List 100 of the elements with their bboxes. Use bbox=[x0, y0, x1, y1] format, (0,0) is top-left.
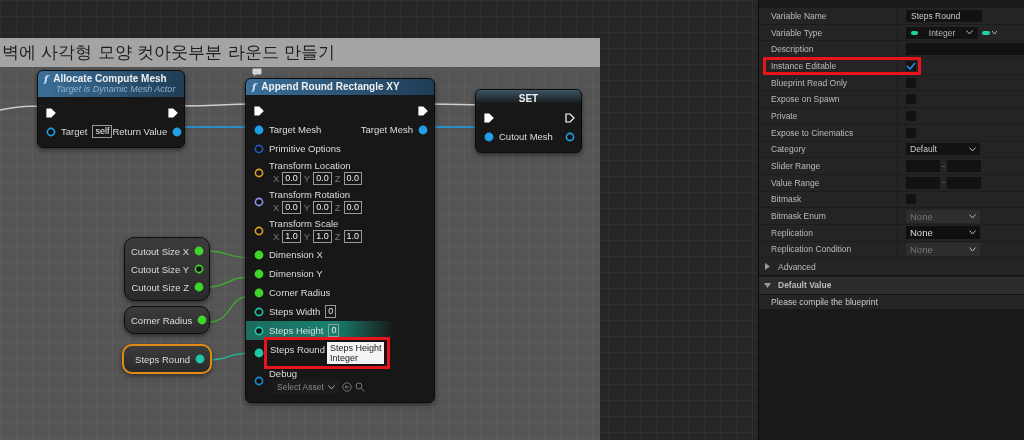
pin-label: Cutout Size Z bbox=[131, 281, 189, 293]
name-field[interactable]: Steps Round bbox=[906, 9, 982, 22]
data-pin-icon[interactable] bbox=[254, 348, 264, 358]
tooltip-title: Steps Height bbox=[329, 343, 382, 353]
asset-dropdown[interactable]: Select Asset bbox=[273, 380, 339, 394]
data-pin-icon[interactable] bbox=[194, 264, 204, 274]
comment-title: 벽에 사각형 모양 컷아웃부분 라운드 만들기 bbox=[0, 38, 600, 67]
type-dropdown[interactable]: Integer bbox=[906, 26, 978, 39]
pin-label: Debug bbox=[269, 368, 298, 379]
pin-label: Cutout Size X bbox=[131, 245, 190, 257]
graph-node[interactable]: Steps Round bbox=[122, 344, 212, 374]
data-pin-icon[interactable] bbox=[565, 131, 575, 142]
exec-pin-icon[interactable] bbox=[418, 105, 428, 116]
exec-pin-icon[interactable] bbox=[254, 105, 264, 116]
data-pin-icon[interactable] bbox=[172, 126, 183, 137]
caret-icon bbox=[966, 30, 973, 36]
function-icon: f bbox=[252, 81, 257, 92]
property-label: Instance Editable bbox=[759, 58, 898, 74]
tooltip-type: Integer bbox=[329, 353, 359, 363]
pin-label: Steps Round bbox=[270, 343, 325, 355]
section-header[interactable]: Default Value bbox=[759, 277, 1024, 295]
number-field[interactable]: 0.0 bbox=[343, 201, 363, 214]
exec-pin-icon[interactable] bbox=[46, 107, 56, 118]
graph-node[interactable] bbox=[245, 78, 435, 403]
axis-label: Z bbox=[334, 173, 341, 184]
value-field[interactable]: 0 bbox=[328, 324, 340, 337]
category-combo[interactable]: Default bbox=[906, 143, 980, 156]
pin-label: Return Value bbox=[112, 126, 168, 137]
pin-label: Primitive Options bbox=[269, 143, 341, 154]
pin-label: Transform Location bbox=[269, 160, 352, 171]
pin-label: Corner Radius bbox=[131, 314, 193, 326]
arrow-circle-icon[interactable] bbox=[341, 382, 352, 392]
caret-icon bbox=[969, 213, 976, 219]
data-pin-icon[interactable] bbox=[254, 376, 264, 386]
value-field[interactable]: 0 bbox=[325, 305, 337, 318]
number-field[interactable]: 0.0 bbox=[313, 201, 332, 214]
graph-node[interactable]: f Allocate Compute Mesh Target is Dynamic Mesh Actor Target self Return Value bbox=[37, 70, 185, 148]
graph-node[interactable]: Corner Radius bbox=[124, 306, 210, 334]
data-pin-icon[interactable] bbox=[254, 268, 264, 279]
data-pin-icon[interactable] bbox=[418, 124, 428, 135]
description-field[interactable] bbox=[906, 43, 1024, 56]
expander-arrow-icon[interactable] bbox=[764, 281, 771, 289]
pin-label: Target bbox=[61, 126, 88, 137]
property-label: Expose on Spawn bbox=[759, 91, 898, 108]
axis-label: X bbox=[273, 231, 280, 242]
section-header[interactable]: Advanced bbox=[759, 258, 1024, 276]
comment-bubble-icon[interactable] bbox=[252, 68, 262, 77]
pin-label: Transform Scale bbox=[269, 218, 340, 229]
number-field[interactable]: 0.0 bbox=[282, 201, 301, 214]
property-label: Description bbox=[759, 41, 898, 58]
node-title: Append Round Rectangle XY bbox=[261, 81, 400, 92]
exec-pin-icon[interactable] bbox=[168, 107, 178, 118]
data-pin-icon[interactable] bbox=[254, 249, 264, 260]
value-field[interactable]: self bbox=[92, 125, 113, 138]
exec-pin-icon[interactable] bbox=[484, 112, 494, 123]
property-label: Variable Name bbox=[759, 8, 898, 24]
property-label: Bitmask bbox=[759, 191, 898, 208]
property-label: Blueprint Read Only bbox=[759, 74, 898, 91]
number-field[interactable]: 1.0 bbox=[343, 230, 363, 243]
exec-pin-icon[interactable] bbox=[565, 112, 575, 123]
data-pin-icon[interactable] bbox=[254, 167, 264, 178]
number-field[interactable]: 0.0 bbox=[343, 172, 363, 185]
section-title: Default Value bbox=[778, 280, 832, 291]
property-label: Variable Type bbox=[759, 24, 898, 41]
property-label: Slider Range bbox=[759, 158, 898, 174]
search-icon[interactable] bbox=[354, 382, 365, 392]
container-type-icon[interactable] bbox=[982, 29, 998, 36]
dropdown[interactable]: None bbox=[906, 226, 980, 240]
pin-label: Transform Rotation bbox=[269, 189, 351, 200]
number-field[interactable]: 1.0 bbox=[282, 230, 301, 243]
data-pin-icon[interactable] bbox=[254, 225, 264, 236]
property-label: Expose to Cinematics bbox=[759, 124, 898, 141]
checkbox[interactable] bbox=[906, 60, 916, 71]
number-field[interactable]: 0.0 bbox=[313, 172, 332, 185]
property-label: Category bbox=[759, 141, 898, 158]
pin-label: Steps Round bbox=[135, 353, 190, 365]
data-pin-icon[interactable] bbox=[46, 126, 56, 137]
number-field[interactable]: 1.0 bbox=[313, 230, 332, 243]
node-title: Allocate Compute Mesh bbox=[53, 73, 167, 84]
caret-icon bbox=[969, 146, 976, 152]
pin-label: Target Mesh bbox=[360, 124, 413, 135]
data-pin-icon[interactable] bbox=[194, 282, 204, 292]
data-pin-icon[interactable] bbox=[195, 354, 205, 364]
data-pin-icon[interactable] bbox=[197, 315, 208, 325]
data-pin-icon[interactable] bbox=[254, 196, 264, 207]
data-pin-icon[interactable] bbox=[484, 131, 494, 142]
property-label: Replication Condition bbox=[759, 241, 898, 258]
data-pin-icon[interactable] bbox=[254, 325, 264, 336]
pin-label: Cutout Mesh bbox=[499, 131, 553, 142]
number-field[interactable]: 0.0 bbox=[282, 172, 301, 185]
data-pin-icon[interactable] bbox=[194, 246, 205, 256]
graph-node[interactable]: Cutout Size X Cutout Size Y Cutout Size Z bbox=[124, 237, 210, 301]
data-pin-icon[interactable] bbox=[254, 287, 264, 298]
expander-arrow-icon[interactable] bbox=[764, 263, 771, 271]
pin-label: Target Mesh bbox=[269, 124, 322, 135]
data-pin-icon[interactable] bbox=[254, 306, 264, 317]
section-title: Advanced bbox=[778, 261, 816, 272]
graph-node[interactable]: SET Cutout Mesh bbox=[475, 89, 582, 153]
data-pin-icon[interactable] bbox=[254, 124, 264, 135]
node-title: SET bbox=[476, 90, 581, 104]
